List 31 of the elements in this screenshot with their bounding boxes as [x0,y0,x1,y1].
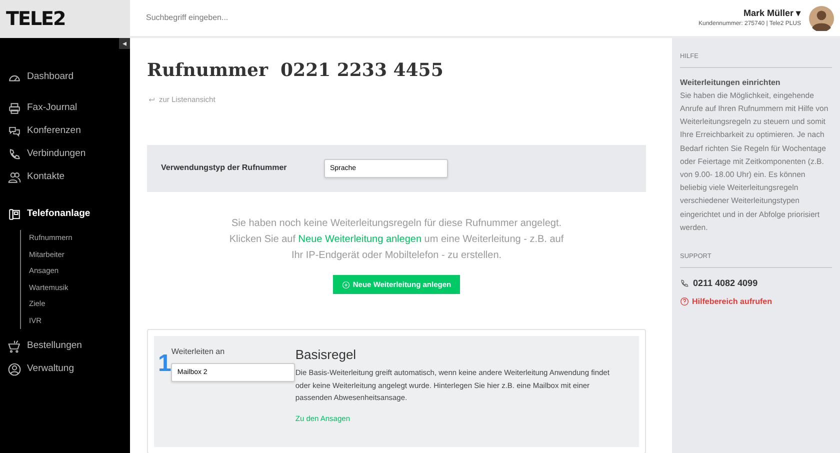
sidebar-item[interactable]: Dashboard [0,66,130,89]
phone-icon [8,148,21,161]
page-title: Rufnummer 0221 2233 4455 [147,60,444,82]
desk-phone-icon [8,208,21,221]
sidebar-item[interactable]: Bestellungen [0,335,130,358]
rule-number: 1 [158,352,172,379]
sidebar-item[interactable]: Verwaltung [0,358,130,381]
help-title: Weiterleitungen einrichten [680,76,782,89]
user-menu[interactable]: Mark Müller ▾ [698,6,801,20]
sidebar-item[interactable]: Verbindungen [0,143,130,166]
rule-title: Basisregel [295,346,358,364]
phone-icon [680,278,689,288]
sidebar-item[interactable]: Telefonanlage [0,203,130,226]
plus-circle-icon [342,280,350,289]
cart-icon [8,340,21,353]
contacts-icon [8,171,21,184]
help-link[interactable]: Hilfebereich aufrufen [680,296,772,308]
avatar [809,6,834,30]
return-arrow-icon [147,96,156,103]
field-label: Verwendungstyp der Rufnummer [161,162,288,174]
question-circle-icon [680,297,689,306]
empty-message: Sie haben noch keine Weiterleitungsregeln für diese Rufnummer angelegt. Klicken Sie auf Neue Weiterleitung anlegen um eine Weiterleitung - z.B. auf Ihr IP-Endgerät oder Mobiltelefon - zu erstellen. [228,216,565,263]
sidebar-item[interactable]: Fax-Journal [0,97,130,120]
field-label: Weiterleiten an [171,346,226,358]
user-circle-icon [8,363,21,376]
sidebar-item[interactable]: Konferenzen [0,120,130,143]
support-phone: 0211 4082 4099 [693,276,758,290]
printer-icon [8,102,21,115]
collapse-button[interactable]: ◂ [119,38,130,49]
chat-bubbles-icon [8,125,21,138]
sidebar-item[interactable]: Kontakte [0,166,130,189]
